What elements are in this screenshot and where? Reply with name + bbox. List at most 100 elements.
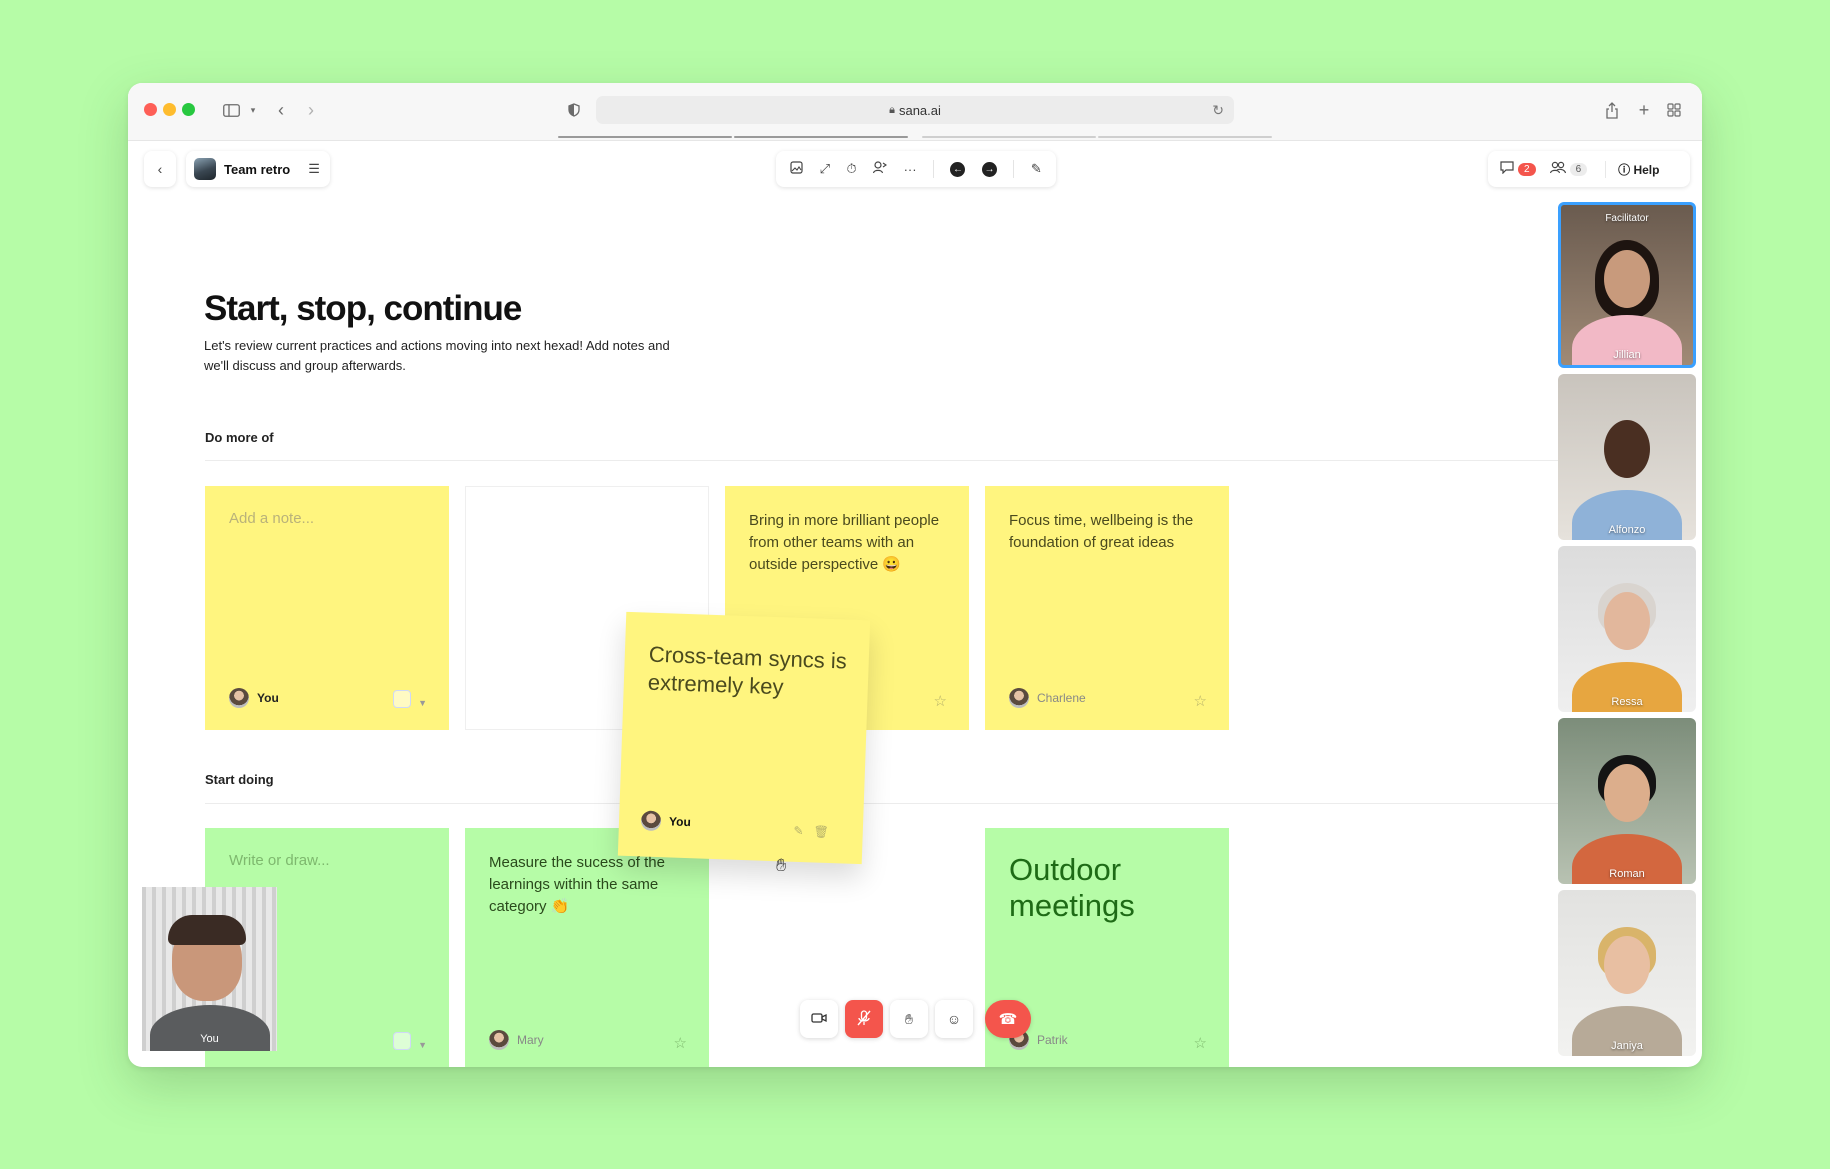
comments-count-badge: 2 (1518, 162, 1536, 176)
reactions-button[interactable]: ☺ (935, 1000, 973, 1038)
star-icon[interactable]: ☆ (1194, 1034, 1207, 1052)
page-description: Let's review current practices and actio… (204, 338, 670, 373)
mute-button[interactable] (845, 1000, 883, 1038)
self-hair (168, 915, 246, 945)
previous-step-icon[interactable]: ← (950, 161, 966, 177)
star-icon[interactable]: ☆ (1194, 692, 1207, 710)
expand-icon[interactable]: ⤢ (820, 161, 830, 177)
reload-icon[interactable]: ↻ (1212, 102, 1224, 119)
comment-icon[interactable] (1500, 161, 1514, 177)
chevron-down-icon[interactable]: ▾ (246, 97, 260, 123)
dragged-note[interactable]: Cross-team syncs is extremely key You ✎🗑… (617, 611, 871, 865)
tab-indicator[interactable] (922, 136, 1096, 138)
pen-icon[interactable]: ✎ (1031, 161, 1042, 177)
participant-face (1604, 420, 1650, 479)
next-step-icon[interactable]: → (981, 161, 997, 177)
avatar (640, 810, 662, 832)
star-icon[interactable]: ☆ (674, 1034, 687, 1052)
help-label: Help (1633, 162, 1660, 177)
address-bar[interactable]: 🔒︎ sana.ai ↻ (596, 96, 1234, 124)
camera-icon (811, 1011, 827, 1027)
note-color-picker[interactable] (393, 1032, 411, 1050)
more-icon[interactable]: ··· (904, 162, 917, 177)
note-author: Mary (517, 1033, 544, 1047)
avatar (489, 1030, 509, 1050)
board-toolbar: ⤢ ⏱︎ ··· ← → ✎ (776, 151, 1056, 187)
info-icon: ⓘ (1618, 162, 1634, 177)
pen-icon[interactable]: ✎ (793, 824, 814, 839)
forward-arrow-icon[interactable]: › (300, 97, 322, 123)
participant-tile[interactable]: Roman (1558, 718, 1696, 884)
note-input[interactable]: Add a note... You ▼ (205, 486, 449, 730)
camera-button[interactable] (800, 1000, 838, 1038)
image-icon[interactable] (790, 161, 803, 177)
star-icon[interactable]: ☆ (934, 692, 947, 710)
participants-icon[interactable] (1549, 161, 1566, 177)
participant-tile[interactable]: Alfonzo (1558, 374, 1696, 540)
participant-name: Ressa (1611, 696, 1643, 708)
timer-icon[interactable]: ⏱︎ (847, 161, 857, 177)
back-arrow-icon[interactable]: ‹ (270, 97, 292, 123)
section-label-do-more-of: Do more of (205, 430, 274, 445)
avatar (1009, 688, 1029, 708)
sidebar-toggle-icon[interactable] (216, 97, 246, 123)
url-text: sana.ai (898, 102, 941, 118)
note-footer: Mary (489, 1030, 544, 1050)
avatar (229, 688, 249, 708)
minimize-window-button[interactable] (163, 103, 176, 116)
raise-hand-button[interactable]: ✋︎ (890, 1000, 928, 1038)
note-card[interactable]: Focus time, wellbeing is the foundation … (985, 486, 1229, 730)
close-window-button[interactable] (144, 103, 157, 116)
tab-indicator[interactable] (734, 136, 908, 138)
trash-icon[interactable]: 🗑︎ (813, 824, 839, 839)
hand-cursor-icon: ✋︎ (776, 855, 787, 875)
presenter-icon[interactable] (873, 161, 888, 177)
participant-tile[interactable]: Janiya (1558, 890, 1696, 1056)
note-card[interactable]: Measure the sucess of the learnings with… (465, 828, 709, 1067)
session-pill: 2 6 ⓘ Help (1488, 151, 1690, 187)
tab-indicator[interactable] (1098, 136, 1272, 138)
chevron-down-icon[interactable]: ▼ (418, 698, 427, 708)
browser-toolbar: ▾ ‹ › 🔒︎ sana.ai ↻ + (128, 83, 1702, 141)
note-footer: You (229, 688, 279, 708)
participant-name: Alfonzo (1608, 524, 1646, 536)
participant-tile[interactable]: Ressa (1558, 546, 1696, 712)
participant-face (1604, 592, 1650, 651)
note-author: Patrik (1037, 1033, 1068, 1047)
note-author: You (257, 691, 279, 705)
board-thumbnail (194, 158, 216, 180)
maximize-window-button[interactable] (182, 103, 195, 116)
back-button[interactable]: ‹ (144, 151, 176, 187)
facilitator-label: Facilitator (1605, 213, 1649, 224)
participant-name: Janiya (1611, 1040, 1643, 1052)
new-tab-icon[interactable]: + (1632, 97, 1656, 123)
participant-name: Jillian (1613, 349, 1641, 361)
page-title: Start, stop, continue (204, 289, 522, 328)
note-author: Charlene (1037, 691, 1086, 705)
board-title-pill[interactable]: Team retro ☰ (186, 151, 330, 187)
section-divider (205, 803, 1609, 804)
note-color-picker[interactable] (393, 690, 411, 708)
help-button[interactable]: ⓘ Help (1605, 160, 1660, 178)
note-placeholder: Add a note... (229, 510, 315, 527)
chevron-left-icon: ‹ (157, 161, 163, 177)
self-video[interactable]: You (142, 887, 277, 1051)
smile-icon: ☺ (946, 1011, 962, 1027)
tab-indicator[interactable] (558, 136, 732, 138)
board-title: Team retro (224, 161, 291, 177)
note-text: Measure the sucess of the learnings with… (489, 854, 665, 915)
chevron-down-icon[interactable]: ▼ (418, 1040, 427, 1050)
section-divider (205, 460, 1609, 461)
tab-strip (128, 136, 1702, 139)
self-video-label: You (200, 1033, 219, 1045)
participant-name: Roman (1609, 868, 1645, 880)
share-icon[interactable] (1600, 97, 1624, 123)
note-footer: Charlene (1009, 688, 1086, 708)
participant-tile[interactable]: Facilitator Jillian (1558, 202, 1696, 368)
outline-icon[interactable]: ☰ (308, 161, 320, 177)
hang-up-button[interactable]: ☎︎ (985, 1000, 1031, 1038)
shield-icon[interactable] (564, 97, 584, 123)
tab-overview-icon[interactable] (1662, 97, 1686, 123)
note-author: You (668, 814, 692, 830)
mic-off-icon (857, 1009, 871, 1029)
